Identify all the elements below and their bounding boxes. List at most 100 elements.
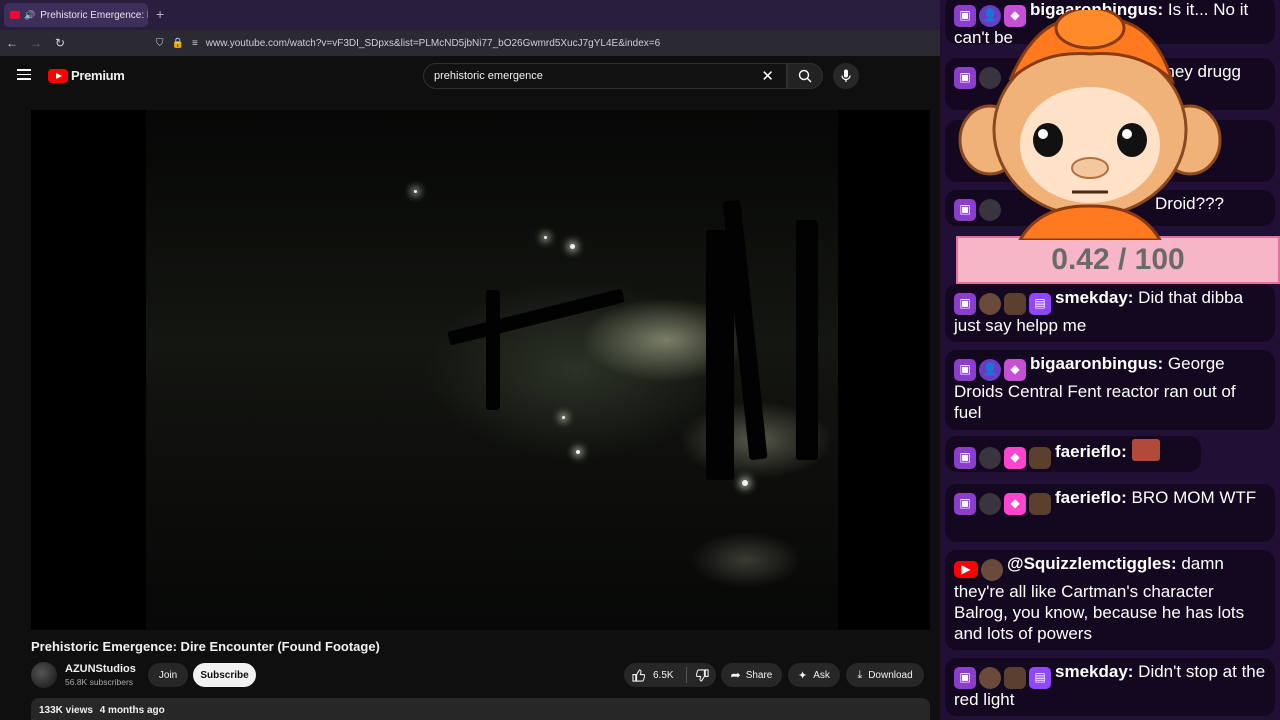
url-field[interactable]: www.youtube.com/watch?v=vF3DI_SDpxs&list… <box>206 38 660 49</box>
new-tab-icon[interactable]: + <box>156 6 164 22</box>
chat-message: ▣ ◆ faerieflo: <box>945 436 1201 472</box>
light-spot <box>562 416 565 419</box>
reload-icon[interactable]: ↻ <box>48 36 72 50</box>
share-icon: ➦ <box>730 668 741 682</box>
chat-message: ▣ ▤ smekday: Didn't stop at the red light <box>945 658 1275 716</box>
browser-tabbar: 🔊 Prehistoric Emergence: Dire × + <box>0 0 940 30</box>
chat-username: bigaaronbingus: <box>1030 354 1164 373</box>
upload-age: 4 months ago <box>99 705 165 716</box>
video-frame <box>146 110 838 630</box>
channel-name[interactable]: AZUNStudios <box>65 663 136 675</box>
diamond-badge-icon: ◆ <box>1004 492 1026 515</box>
url-icons: ⛉ 🔒 ≡ <box>156 38 198 49</box>
twitch-icon: ▣ <box>954 358 976 381</box>
chat-message: ▣ 👤 ◆ bigaaronbingus: George Droids Central… <box>945 350 1275 430</box>
gauge-text: 0.42 / 100 <box>1051 243 1185 276</box>
microphone-icon <box>841 69 851 82</box>
description-box[interactable]: 133K views 4 months ago <box>31 698 930 720</box>
like-count: 6.5K <box>653 669 674 681</box>
tree-silhouette <box>796 220 818 460</box>
dislike-icon[interactable] <box>695 668 709 682</box>
like-dislike-group: 6.5K <box>624 663 716 687</box>
creature-badge-icon <box>1004 292 1026 315</box>
youtube-logo[interactable]: Premium <box>48 68 125 83</box>
light-spot <box>414 190 417 193</box>
clear-search-icon[interactable]: ✕ <box>761 67 774 85</box>
twitch-icon: ▣ <box>954 292 976 315</box>
avatar-badge-icon <box>979 666 1001 689</box>
browser-tab[interactable]: 🔊 Prehistoric Emergence: Dire × <box>4 3 148 27</box>
youtube-play-icon <box>48 68 68 83</box>
download-button[interactable]: ⤓ Download <box>846 663 924 687</box>
light-spot <box>544 236 547 239</box>
chat-emote <box>1131 439 1160 461</box>
like-icon[interactable] <box>632 668 645 682</box>
gem-badge-icon: ◆ <box>1004 358 1026 381</box>
search-value: prehistoric emergence <box>434 70 543 82</box>
channel-info: AZUNStudios 56.8K subscribers <box>31 662 136 688</box>
join-button[interactable]: Join <box>148 663 188 687</box>
video-player[interactable] <box>31 110 930 630</box>
forward-arrow-icon[interactable]: → <box>24 36 48 50</box>
video-title: Prehistoric Emergence: Dire Encounter (F… <box>31 639 380 654</box>
logo-text: Premium <box>71 68 125 83</box>
chat-username: faerieflo: <box>1055 442 1127 461</box>
chat-message: ▣ ▤ smekday: Did that dibba just say helpp… <box>945 284 1275 342</box>
monkey-mascot-icon <box>958 10 1222 240</box>
subscribe-button[interactable]: Subscribe <box>193 663 256 687</box>
avatar-badge-icon <box>981 559 1003 581</box>
download-icon: ⤓ <box>857 668 863 681</box>
chat-text: BRO MOM WTF <box>1131 488 1257 507</box>
search-input[interactable]: prehistoric emergence ✕ <box>423 63 787 89</box>
chat-message: ▶ @Squizzlemctiggles: damn they're all li… <box>945 550 1275 650</box>
permissions-icon[interactable]: ≡ <box>192 38 198 49</box>
screen: 🔊 Prehistoric Emergence: Dire × + ← → ↻ … <box>0 0 1280 720</box>
chat-message: ▣ ◆ faerieflo: BRO MOM WTF <box>945 484 1275 542</box>
twitch-icon: ▣ <box>954 446 976 469</box>
chat-username: @Squizzlemctiggles: <box>1007 554 1177 573</box>
tree-silhouette <box>486 290 500 410</box>
twitch-icon: ▣ <box>954 666 976 689</box>
avatar-badge-icon <box>979 446 1001 469</box>
youtube-header: Premium prehistoric emergence ✕ <box>0 56 940 96</box>
subscriber-count: 56.8K subscribers <box>65 677 134 687</box>
address-bar: ← → ↻ ⛉ 🔒 ≡ www.youtube.com/watch?v=vF3D… <box>0 30 940 56</box>
lock-icon[interactable]: 🔒 <box>172 38 184 49</box>
creature-badge-icon <box>1029 446 1051 469</box>
twitch-icon: ▣ <box>954 492 976 515</box>
download-label: Download <box>868 669 913 681</box>
tab-title: Prehistoric Emergence: Dire <box>40 9 148 21</box>
share-button[interactable]: ➦ Share <box>721 663 782 687</box>
emote-badge-icon: ▤ <box>1029 292 1051 315</box>
divider <box>685 667 687 683</box>
shield-icon[interactable]: ⛉ <box>156 38 164 49</box>
ask-label: Ask <box>813 669 830 681</box>
voice-search-button[interactable] <box>833 63 859 89</box>
search-icon <box>798 69 812 83</box>
light-spot <box>576 450 580 454</box>
back-arrow-icon[interactable]: ← <box>0 36 24 50</box>
diamond-badge-icon: ◆ <box>1004 446 1026 469</box>
creature-badge-icon <box>1004 666 1026 689</box>
search-button[interactable] <box>787 63 823 89</box>
sparkle-icon: ✦ <box>798 669 808 682</box>
view-count: 133K views <box>39 705 93 716</box>
branch-silhouette <box>446 288 626 346</box>
channel-avatar[interactable] <box>31 662 57 688</box>
avatar-badge-icon <box>979 492 1001 515</box>
youtube-icon: ▶ <box>954 561 978 578</box>
speaker-icon[interactable]: 🔊 <box>24 10 35 21</box>
share-label: Share <box>745 669 773 681</box>
user-icon: 👤 <box>979 358 1001 381</box>
youtube-favicon-icon <box>10 11 20 19</box>
menu-icon[interactable] <box>17 69 31 80</box>
avatar-badge-icon <box>979 292 1001 315</box>
chat-username: smekday: <box>1055 288 1134 307</box>
progress-gauge: 0.42 / 100 <box>956 236 1280 284</box>
ask-button[interactable]: ✦ Ask <box>788 663 840 687</box>
chat-username: faerieflo: <box>1055 488 1127 507</box>
chat-username: smekday: <box>1055 662 1134 681</box>
light-spot <box>742 480 748 486</box>
creature-badge-icon <box>1029 492 1051 515</box>
light-spot <box>570 244 575 249</box>
